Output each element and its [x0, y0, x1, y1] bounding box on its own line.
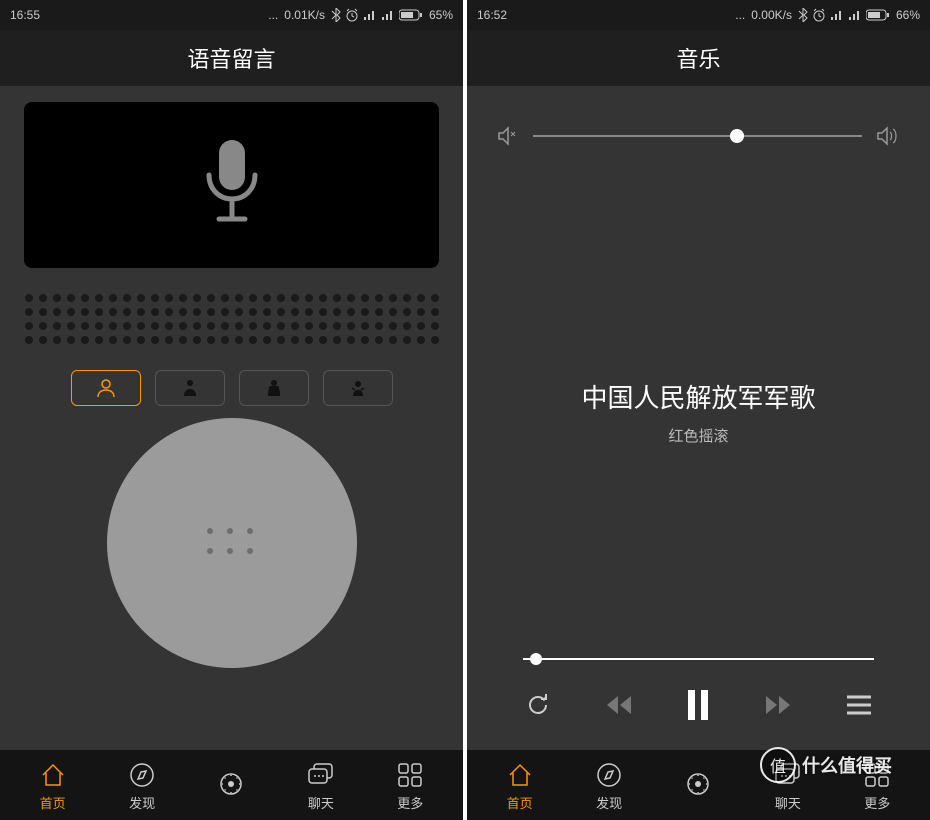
nav-home[interactable]: 首页	[504, 759, 536, 812]
nav-label: 聊天	[308, 793, 334, 812]
net-speed: 0.00K/s	[751, 8, 792, 22]
woman-icon	[262, 376, 286, 400]
nav-label: 更多	[864, 793, 890, 812]
status-right: ... 0.00K/s 66%	[735, 8, 920, 22]
nav-brightness[interactable]	[682, 768, 714, 802]
speaker-grille	[20, 284, 443, 354]
list-icon	[845, 694, 873, 716]
sun-icon	[683, 769, 713, 799]
phone-right: 16:52 ... 0.00K/s 66% 音乐	[467, 0, 930, 820]
avatar-tab-child[interactable]	[323, 370, 393, 406]
page-title: 音乐	[676, 42, 720, 74]
grid-icon	[864, 762, 890, 788]
status-time: 16:52	[477, 8, 507, 22]
home-icon	[39, 761, 67, 789]
bluetooth-icon	[331, 8, 341, 22]
bottom-nav: 首页 发现 聊天 更多	[467, 750, 930, 820]
compass-icon	[128, 761, 156, 789]
status-bar: 16:52 ... 0.00K/s 66%	[467, 0, 930, 30]
pause-icon	[686, 690, 710, 720]
phone-left: 16:55 ... 0.01K/s 65% 语音留言	[0, 0, 463, 820]
nav-label: 首页	[40, 793, 66, 812]
volume-up-button[interactable]	[876, 126, 900, 146]
progress-thumb[interactable]	[530, 653, 542, 665]
status-time: 16:55	[10, 8, 40, 22]
nav-discover[interactable]: 发现	[126, 759, 158, 812]
avatar-tab-woman[interactable]	[239, 370, 309, 406]
forward-icon	[764, 694, 792, 716]
nav-label: 发现	[129, 793, 155, 812]
signal-icon	[830, 9, 844, 21]
nav-label: 聊天	[775, 793, 801, 812]
mic-display	[24, 102, 439, 268]
nav-more[interactable]: 更多	[394, 759, 426, 812]
volume-mute-button[interactable]	[497, 126, 519, 146]
volume-mute-icon	[497, 126, 519, 146]
progress-area	[467, 658, 930, 680]
signal-icon	[363, 9, 377, 21]
sun-icon	[216, 769, 246, 799]
nav-label: 首页	[507, 793, 533, 812]
battery-percent: 66%	[896, 8, 920, 22]
net-speed: 0.01K/s	[284, 8, 325, 22]
bluetooth-icon	[798, 8, 808, 22]
nav-home[interactable]: 首页	[37, 759, 69, 812]
grid-icon	[397, 762, 423, 788]
nav-more[interactable]: 更多	[861, 759, 893, 812]
app-header: 音乐	[467, 30, 930, 86]
nav-brightness[interactable]	[215, 768, 247, 802]
signal-icon	[381, 9, 395, 21]
voice-memo-content	[0, 86, 463, 750]
alarm-icon	[345, 8, 359, 22]
man-icon	[178, 376, 202, 400]
repeat-icon	[524, 691, 552, 719]
progress-slider[interactable]	[523, 658, 874, 660]
status-right: ... 0.01K/s 65%	[268, 8, 453, 22]
music-content: 中国人民解放军军歌 红色摇滚	[467, 86, 930, 750]
song-title: 中国人民解放军军歌	[581, 378, 815, 415]
nav-chat[interactable]: 聊天	[772, 759, 804, 812]
child-icon	[346, 376, 370, 400]
playback-controls	[467, 680, 930, 750]
status-bar: 16:55 ... 0.01K/s 65%	[0, 0, 463, 30]
play-pause-button[interactable]	[686, 690, 710, 720]
volume-thumb[interactable]	[730, 129, 744, 143]
signal-icon	[848, 9, 862, 21]
volume-control	[467, 86, 930, 166]
alarm-icon	[812, 8, 826, 22]
volume-slider[interactable]	[533, 135, 862, 137]
record-button[interactable]	[107, 418, 357, 668]
song-info: 中国人民解放军军歌 红色摇滚	[467, 166, 930, 658]
microphone-icon	[197, 135, 267, 235]
volume-up-icon	[876, 126, 900, 146]
page-title: 语音留言	[187, 42, 275, 74]
playlist-button[interactable]	[845, 694, 873, 716]
rewind-icon	[605, 694, 633, 716]
nav-label: 更多	[397, 793, 423, 812]
avatar-tab-man[interactable]	[155, 370, 225, 406]
chat-icon	[306, 761, 336, 789]
app-header: 语音留言	[0, 30, 463, 86]
nav-label: 发现	[596, 793, 622, 812]
next-button[interactable]	[764, 694, 792, 716]
person-icon	[94, 376, 118, 400]
battery-icon	[399, 9, 423, 21]
compass-icon	[595, 761, 623, 789]
avatar-tabs	[0, 370, 463, 406]
battery-icon	[866, 9, 890, 21]
repeat-button[interactable]	[524, 691, 552, 719]
bottom-nav: 首页 发现 聊天 更多	[0, 750, 463, 820]
chat-icon	[773, 761, 803, 789]
home-icon	[506, 761, 534, 789]
previous-button[interactable]	[605, 694, 633, 716]
song-artist: 红色摇滚	[668, 425, 728, 446]
avatar-tab-user[interactable]	[71, 370, 141, 406]
nav-chat[interactable]: 聊天	[305, 759, 337, 812]
nav-discover[interactable]: 发现	[593, 759, 625, 812]
battery-percent: 65%	[429, 8, 453, 22]
